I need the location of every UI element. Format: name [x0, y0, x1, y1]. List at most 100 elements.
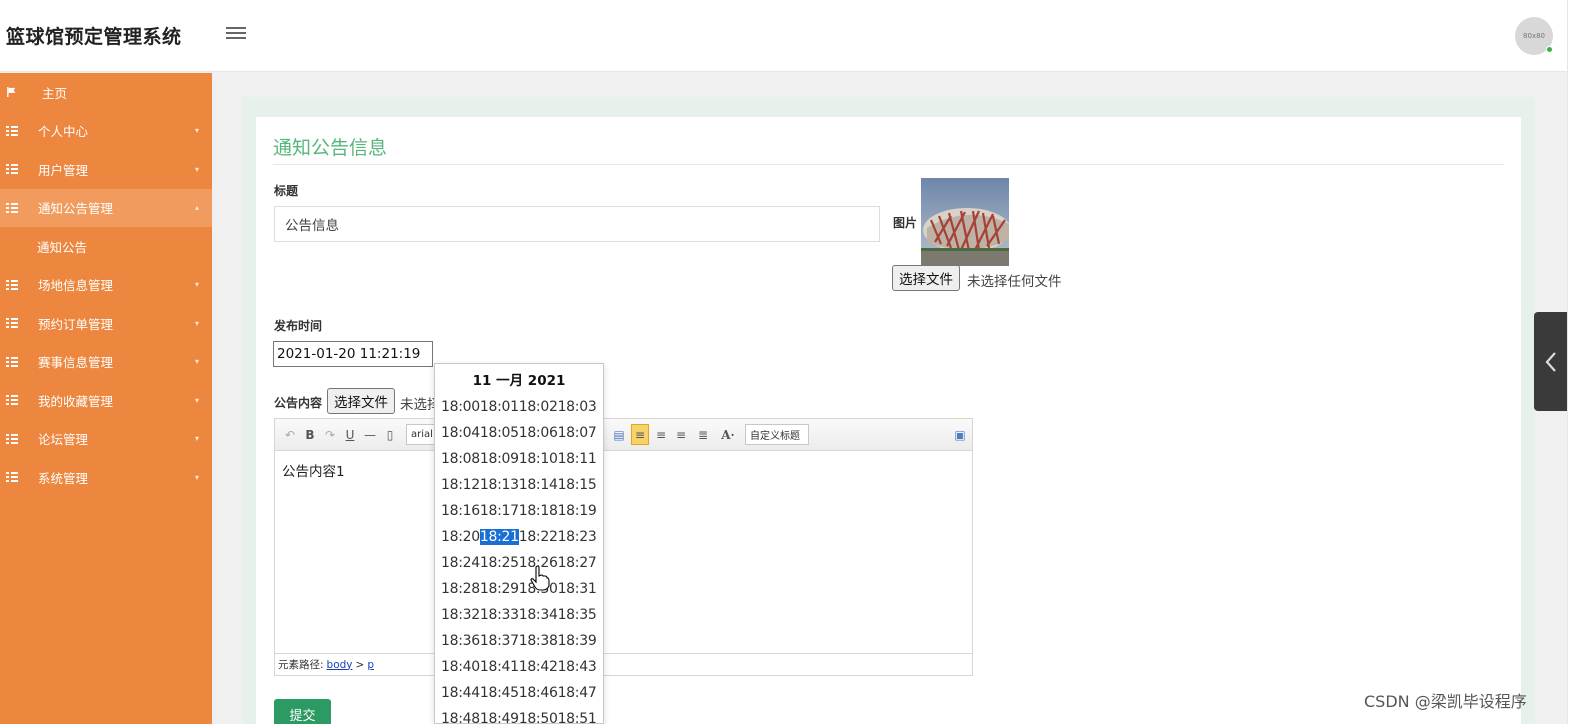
- time-option[interactable]: 18:20: [441, 529, 480, 545]
- time-option[interactable]: 18:05: [480, 425, 519, 441]
- time-option[interactable]: 18:45: [480, 685, 519, 701]
- time-option[interactable]: 18:24: [441, 555, 480, 571]
- sidebar-item-user-management[interactable]: 用户管理 ▾: [0, 150, 212, 189]
- time-option[interactable]: 18:09: [480, 451, 519, 467]
- sidebar-item-label: 个人中心: [38, 124, 89, 140]
- online-status-dot: [1546, 46, 1553, 53]
- paste-icon[interactable]: ▯: [383, 426, 397, 443]
- time-option[interactable]: 18:33: [480, 607, 519, 623]
- collapse-panel-button[interactable]: [1534, 312, 1567, 411]
- time-option[interactable]: 18:32: [441, 607, 480, 623]
- font-family-select[interactable]: arial: [406, 424, 436, 445]
- time-option[interactable]: 18:18: [519, 503, 558, 519]
- sidebar-item-label: 赛事信息管理: [38, 355, 114, 371]
- editor-toolbar: ↶ B ↷ U — ▯ arial ▤ ≡ ≡ ≡ ≣ A· 自定义标题 ▣: [275, 419, 972, 451]
- fullscreen-icon[interactable]: ▣: [953, 426, 967, 443]
- sidebar-subitem-notice[interactable]: 通知公告: [0, 227, 212, 266]
- time-option[interactable]: 18:12: [441, 477, 480, 493]
- font-color-icon[interactable]: A·: [717, 426, 739, 443]
- time-option[interactable]: 18:43: [558, 659, 597, 675]
- publish-time-input[interactable]: 2021-01-20 11:21:19: [273, 341, 433, 367]
- time-option[interactable]: 18:51: [558, 711, 597, 723]
- time-option[interactable]: 18:35: [558, 607, 597, 623]
- top-header: 篮球馆预定管理系统 80x80: [0, 0, 1567, 72]
- horizontal-rule-icon[interactable]: —: [363, 426, 377, 443]
- align-right-icon[interactable]: ≡: [653, 426, 669, 443]
- caret-down-icon: ▾: [194, 357, 199, 367]
- time-option[interactable]: 18:41: [480, 659, 519, 675]
- time-option[interactable]: 18:06: [519, 425, 558, 441]
- time-option[interactable]: 18:03: [558, 399, 597, 415]
- time-option[interactable]: 18:34: [519, 607, 558, 623]
- content-choose-file-button[interactable]: 选择文件: [327, 388, 395, 414]
- time-option[interactable]: 18:44: [441, 685, 480, 701]
- sidebar-item-booking-management[interactable]: 预约订单管理 ▾: [0, 304, 212, 343]
- custom-heading-select[interactable]: 自定义标题: [745, 424, 809, 445]
- time-option[interactable]: 18:16: [441, 503, 480, 519]
- time-option[interactable]: 18:39: [558, 633, 597, 649]
- redo-icon[interactable]: ↷: [323, 426, 337, 443]
- sidebar-item-venue-management[interactable]: 场地信息管理 ▾: [0, 266, 212, 305]
- time-option[interactable]: 18:15: [558, 477, 597, 493]
- rich-text-editor[interactable]: ↶ B ↷ U — ▯ arial ▤ ≡ ≡ ≡ ≣ A· 自定义标题 ▣ 公…: [274, 418, 973, 676]
- time-option[interactable]: 18:17: [480, 503, 519, 519]
- time-option[interactable]: 18:04: [441, 425, 480, 441]
- time-row: 18:24 18:25 18:26 18:27: [435, 550, 603, 576]
- sidebar-item-personal-center[interactable]: 个人中心 ▾: [0, 112, 212, 151]
- time-option[interactable]: 18:42: [519, 659, 558, 675]
- time-option[interactable]: 18:48: [441, 711, 480, 723]
- time-option[interactable]: 18:21: [479, 529, 519, 545]
- table-icon[interactable]: ▤: [611, 426, 627, 443]
- time-picker-dropdown[interactable]: 11 一月 2021 18:00 18:01 18:02 18:03 18:04 18:0…: [434, 363, 604, 724]
- align-left-icon[interactable]: ≡: [631, 424, 649, 445]
- time-option[interactable]: 18:29: [480, 581, 519, 597]
- hamburger-menu-icon[interactable]: [226, 24, 246, 44]
- align-justify-icon[interactable]: ≣: [695, 426, 711, 443]
- time-option[interactable]: 18:27: [558, 555, 597, 571]
- sidebar-item-event-management[interactable]: 赛事信息管理 ▾: [0, 343, 212, 382]
- time-option[interactable]: 18:01: [480, 399, 519, 415]
- submit-button[interactable]: 提交: [274, 699, 331, 724]
- sidebar-item-home[interactable]: 主页: [0, 73, 212, 112]
- time-option[interactable]: 18:10: [519, 451, 558, 467]
- sidebar-item-forum-management[interactable]: 论坛管理 ▾: [0, 420, 212, 459]
- underline-icon[interactable]: U: [343, 426, 357, 443]
- time-option[interactable]: 18:07: [558, 425, 597, 441]
- undo-icon[interactable]: ↶: [283, 426, 297, 443]
- image-choose-file-button[interactable]: 选择文件: [892, 265, 960, 291]
- time-option[interactable]: 18:36: [441, 633, 480, 649]
- time-option[interactable]: 18:50: [519, 711, 558, 723]
- avatar[interactable]: 80x80: [1515, 17, 1553, 55]
- time-option[interactable]: 18:31: [558, 581, 597, 597]
- bold-icon[interactable]: B: [303, 426, 317, 443]
- path-p-link[interactable]: p: [367, 659, 374, 671]
- time-option[interactable]: 18:19: [558, 503, 597, 519]
- time-option[interactable]: 18:25: [480, 555, 519, 571]
- time-option[interactable]: 18:23: [558, 529, 597, 545]
- time-option[interactable]: 18:37: [480, 633, 519, 649]
- sidebar-item-favorites-management[interactable]: 我的收藏管理 ▾: [0, 381, 212, 420]
- path-body-link[interactable]: body: [327, 659, 353, 671]
- watermark-text: CSDN @梁凯毕设程序: [1364, 692, 1527, 711]
- editor-content[interactable]: 公告内容1: [282, 460, 345, 480]
- time-option[interactable]: 18:28: [441, 581, 480, 597]
- time-option[interactable]: 18:08: [441, 451, 480, 467]
- align-center-icon[interactable]: ≡: [673, 426, 689, 443]
- time-option[interactable]: 18:46: [519, 685, 558, 701]
- time-option[interactable]: 18:13: [480, 477, 519, 493]
- sidebar-item-system-management[interactable]: 系统管理 ▾: [0, 458, 212, 497]
- time-option[interactable]: 18:38: [519, 633, 558, 649]
- time-option[interactable]: 18:40: [441, 659, 480, 675]
- time-option[interactable]: 18:49: [480, 711, 519, 723]
- time-option[interactable]: 18:02: [519, 399, 558, 415]
- time-option[interactable]: 18:14: [519, 477, 558, 493]
- time-option[interactable]: 18:47: [558, 685, 597, 701]
- time-option[interactable]: 18:11: [558, 451, 597, 467]
- time-option[interactable]: 18:22: [519, 529, 558, 545]
- title-input[interactable]: 公告信息: [274, 206, 880, 242]
- page-scrollbar[interactable]: [1567, 0, 1582, 724]
- sidebar-item-notice-management[interactable]: 通知公告管理 ▴: [0, 188, 212, 227]
- time-row: 18:12 18:13 18:14 18:15: [435, 472, 603, 498]
- time-option[interactable]: 18:00: [441, 399, 480, 415]
- avatar-text: 80x80: [1523, 32, 1545, 40]
